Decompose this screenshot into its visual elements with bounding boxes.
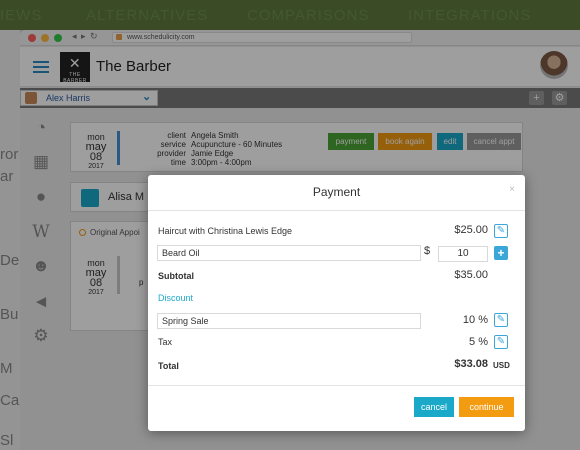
service-line-amount: $25.00	[454, 224, 488, 236]
total-amount: $33.08	[454, 358, 488, 370]
add-line-button[interactable]: +	[494, 246, 508, 260]
continue-button[interactable]: continue	[459, 397, 514, 417]
tax-label: Tax	[158, 337, 173, 347]
divider	[148, 210, 525, 211]
cancel-button[interactable]: cancel	[414, 397, 454, 417]
edit-icon[interactable]: ✎	[494, 224, 508, 238]
currency-symbol: $	[424, 245, 431, 257]
modal-title: Payment	[312, 185, 361, 199]
subtotal-amount: $35.00	[454, 269, 488, 281]
payment-modal: Payment × Haircut with Christina Lewis E…	[148, 175, 525, 431]
close-icon[interactable]: ×	[509, 184, 515, 195]
divider	[148, 385, 525, 386]
product-price-input[interactable]: 10	[438, 246, 488, 262]
tax-amount: 5 %	[469, 336, 488, 348]
total-label: Total	[158, 361, 179, 371]
discount-input[interactable]: Spring Sale	[157, 313, 421, 329]
discount-amount: 10 %	[462, 314, 488, 326]
discount-link[interactable]: Discount	[158, 293, 193, 303]
edit-icon[interactable]: ✎	[494, 335, 508, 349]
edit-icon[interactable]: ✎	[494, 313, 508, 327]
total-currency: USD	[493, 361, 510, 370]
subtotal-label: Subtotal	[158, 271, 194, 281]
service-line-label: Haircut with Christina Lewis Edge	[158, 226, 293, 236]
product-input[interactable]: Beard Oil	[157, 245, 421, 261]
